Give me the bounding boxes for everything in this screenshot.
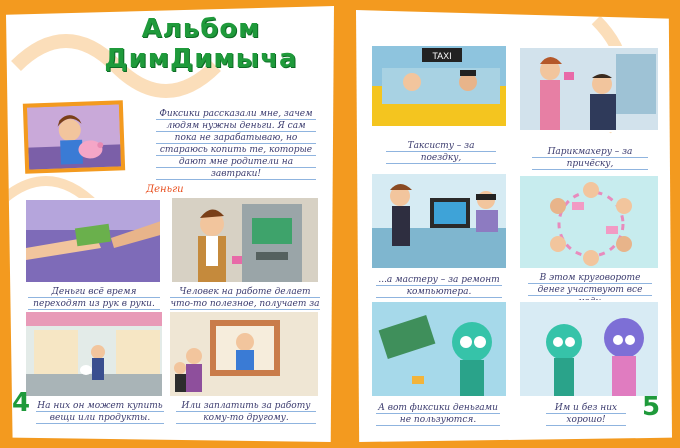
panel-fixiki-happy <box>518 300 660 398</box>
right-caption-1: Таксисту – за поездку, <box>386 140 496 164</box>
album-title: Альбом ДимДимыча <box>104 14 298 74</box>
computer-repair-image <box>372 174 506 268</box>
panel-shopping <box>24 310 164 398</box>
caption-2: Человек на работе делает что-то полезное… <box>170 286 320 321</box>
panel-taxi: TAXI <box>370 44 508 128</box>
right-caption-6: Им и без них хорошо! <box>546 402 626 426</box>
page-number-right: 5 <box>642 392 661 422</box>
taxi-image: TAXI <box>372 46 506 126</box>
right-caption-3: ...а мастеру – за ремонт компьютера. <box>376 274 502 298</box>
section-label-money: Деньги <box>146 184 184 195</box>
intro-text: Фиксики рассказали мне, зачем людям нужн… <box>156 108 316 180</box>
right-page: TAXI Таксисту – за поездку, Парикмахеру … <box>356 10 672 442</box>
panel-pay-someone <box>168 310 320 398</box>
panel-fixiki-money <box>370 300 508 398</box>
money-cycle-image <box>520 176 658 268</box>
fixiki-with-money-image <box>372 302 506 396</box>
panel-atm <box>170 196 320 284</box>
fixiki-happy-image <box>520 302 658 396</box>
caption-4: Или заплатить за работу кому-то другому. <box>176 400 316 424</box>
page-number-left: 4 <box>12 388 31 418</box>
right-caption-5: А вот фиксики деньгами не пользуются. <box>376 402 500 426</box>
panel-money-hands <box>24 198 162 284</box>
hands-passing-money-image <box>26 200 160 282</box>
hairdresser-image <box>520 48 658 130</box>
right-caption-2: Парикмахеру – за причёску, <box>532 146 648 170</box>
paying-for-work-image <box>170 312 318 396</box>
panel-hairdresser <box>518 46 660 132</box>
left-page: Альбом ДимДимыча Фиксики рассказали мне,… <box>6 6 334 442</box>
panel-computer-repair <box>370 172 508 270</box>
caption-1: Деньги всё время переходят из рук в руки… <box>28 286 160 310</box>
panel-money-cycle <box>518 174 660 270</box>
right-caption-4: В этом круговороте денег участвуют все л… <box>528 272 652 307</box>
caption-3: На них он может купить вещи или продукты… <box>36 400 164 424</box>
boy-with-piggy-bank-image <box>26 104 122 170</box>
dimdimych-photo <box>22 100 126 174</box>
man-shopping-image <box>26 312 162 396</box>
taxi-sign: TAXI <box>432 51 451 61</box>
man-at-atm-image <box>172 198 318 282</box>
